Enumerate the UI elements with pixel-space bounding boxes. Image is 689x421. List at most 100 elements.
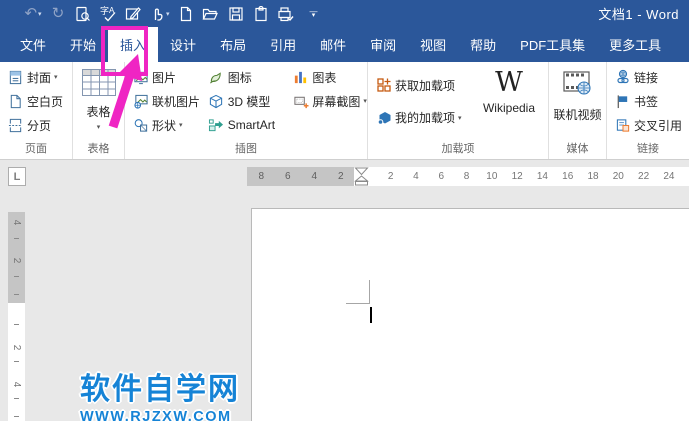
get-addins-label: 获取加载项: [395, 78, 456, 93]
draft-edit-icon: [125, 6, 141, 20]
open-button[interactable]: [202, 3, 220, 25]
tab-help[interactable]: 帮助: [458, 27, 508, 62]
screenshot-icon: [292, 93, 309, 109]
icons-icon: [208, 69, 225, 85]
bookmark-button[interactable]: 书签: [607, 89, 682, 113]
ruler-number: 18: [587, 171, 599, 182]
ruler-number: 8: [463, 171, 470, 182]
screenshot-button[interactable]: 屏幕截图 ▾: [285, 89, 367, 113]
spellcheck-icon: 字 A: [100, 6, 115, 21]
tab-file[interactable]: 文件: [8, 27, 58, 62]
page-break-button[interactable]: 分页: [0, 113, 63, 137]
spellcheck-button[interactable]: 字 A: [99, 3, 117, 25]
cover-page-label: 封面: [27, 70, 52, 85]
get-addins-button[interactable]: 获取加载项: [368, 70, 476, 100]
3d-model-button[interactable]: 3D 模型: [201, 89, 286, 113]
svg-text:字: 字: [100, 6, 109, 16]
bookmark-icon: [614, 93, 631, 109]
attachment-button[interactable]: [252, 3, 270, 25]
cover-page-button[interactable]: 封面 ▾: [0, 65, 63, 89]
cross-reference-label: 交叉引用: [634, 118, 683, 133]
3d-model-icon: [208, 93, 225, 109]
group-addins: 获取加载项 我的加载项 ▾ W Wikipedia 加载项: [368, 62, 549, 159]
ruler-number: 6: [438, 171, 445, 182]
ruler-number: 2: [387, 171, 394, 182]
save-button[interactable]: [227, 3, 245, 25]
screenshot-caret-icon: ▾: [363, 98, 367, 105]
insert-tab-highlight-box: [101, 26, 148, 76]
ruler-number: 12: [511, 171, 523, 182]
online-video-button[interactable]: 联机视频: [553, 65, 602, 142]
watermark-title: 软件自学网: [80, 373, 240, 406]
ruler-number: 16: [562, 171, 574, 182]
tab-view[interactable]: 视图: [408, 27, 458, 62]
cover-page-icon: [7, 69, 24, 85]
screenshot-label: 屏幕截图: [312, 94, 361, 109]
my-addins-button[interactable]: 我的加载项 ▾: [368, 103, 476, 133]
indent-markers[interactable]: [354, 167, 369, 186]
shapes-caret-icon: ▾: [179, 122, 183, 129]
document-page[interactable]: [251, 208, 689, 421]
watermark-url: WWW.RJZXW.COM: [80, 409, 232, 421]
blank-page-button[interactable]: 空白页: [0, 89, 63, 113]
tab-design[interactable]: 设计: [158, 27, 208, 62]
ruler-number: 24: [663, 171, 675, 182]
cross-reference-button[interactable]: 交叉引用: [607, 113, 682, 137]
link-button[interactable]: 链接: [607, 65, 682, 89]
ruler-number: 8: [258, 171, 265, 182]
smartart-button[interactable]: SmartArt: [201, 113, 286, 137]
tab-more-tools[interactable]: 更多工具: [597, 27, 673, 62]
my-addins-label: 我的加载项: [395, 111, 456, 126]
document-title: 文档1 - Word: [598, 7, 679, 22]
my-addins-caret-icon: ▾: [458, 114, 462, 122]
group-label-addins: 加载项: [441, 143, 475, 155]
horizontal-ruler[interactable]: 2 4 6 8 10 12 14 16 18 20 22 24: [354, 167, 689, 186]
smartart-icon: [208, 117, 225, 133]
link-icon: [614, 69, 631, 85]
wikipedia-icon: W: [495, 67, 523, 98]
ruler-number: 2: [337, 171, 344, 182]
icons-button[interactable]: 图标: [201, 65, 286, 89]
undo-caret-icon[interactable]: ▾: [38, 10, 42, 18]
group-label-tables: 表格: [87, 143, 110, 155]
ruler-number: 4: [11, 219, 22, 226]
customize-qat-button[interactable]: — ▾: [310, 7, 318, 19]
group-label-links: 链接: [637, 143, 659, 155]
word-window: ↶ ▾ ↻ 字 A ▾ — ▾ 文档1 - Word 文件 开始 插入 设计 布…: [0, 0, 689, 421]
touch-mode-caret-icon[interactable]: ▾: [166, 10, 170, 18]
touch-mode-button[interactable]: ▾: [149, 3, 170, 25]
group-label-illustrations: 插图: [235, 143, 257, 155]
attachment-icon: [254, 5, 267, 21]
chart-button[interactable]: 图表: [285, 65, 367, 89]
ruler-number: 6: [284, 171, 291, 182]
tab-mailings[interactable]: 邮件: [308, 27, 358, 62]
smartart-label: SmartArt: [227, 118, 276, 132]
page-break-label: 分页: [27, 118, 52, 133]
print-preview-button[interactable]: [74, 3, 92, 25]
title-bar: ↶ ▾ ↻ 字 A ▾ — ▾ 文档1 - Word: [0, 0, 689, 27]
undo-button[interactable]: ↶ ▾: [24, 3, 42, 25]
save-icon: [228, 6, 243, 21]
blank-page-icon: [7, 93, 24, 109]
horizontal-ruler-margin: 8 6 4 2: [247, 167, 354, 186]
online-video-label: 联机视频: [553, 108, 602, 122]
bookmark-label: 书签: [634, 94, 659, 109]
ruler-number: 4: [11, 381, 22, 388]
tab-references[interactable]: 引用: [258, 27, 308, 62]
tab-layout[interactable]: 布局: [208, 27, 258, 62]
draft-edit-button[interactable]: [124, 3, 142, 25]
chart-label: 图表: [312, 70, 337, 85]
tab-stop-selector[interactable]: L: [8, 167, 26, 186]
tab-review[interactable]: 审阅: [358, 27, 408, 62]
ruler-number: 14: [536, 171, 548, 182]
tab-pdf-tools[interactable]: PDF工具集: [508, 27, 597, 62]
ruler-number: 4: [311, 171, 318, 182]
wikipedia-button[interactable]: W Wikipedia: [476, 65, 542, 142]
group-media: 联机视频 媒体: [549, 62, 607, 159]
3d-model-label: 3D 模型: [227, 94, 271, 109]
group-pages: 封面 ▾ 空白页 分页 页面: [0, 62, 73, 159]
group-label-pages: 页面: [25, 143, 47, 155]
new-document-button[interactable]: [177, 3, 195, 25]
quick-print-button[interactable]: [277, 3, 295, 25]
redo-button[interactable]: ↻: [49, 3, 67, 25]
